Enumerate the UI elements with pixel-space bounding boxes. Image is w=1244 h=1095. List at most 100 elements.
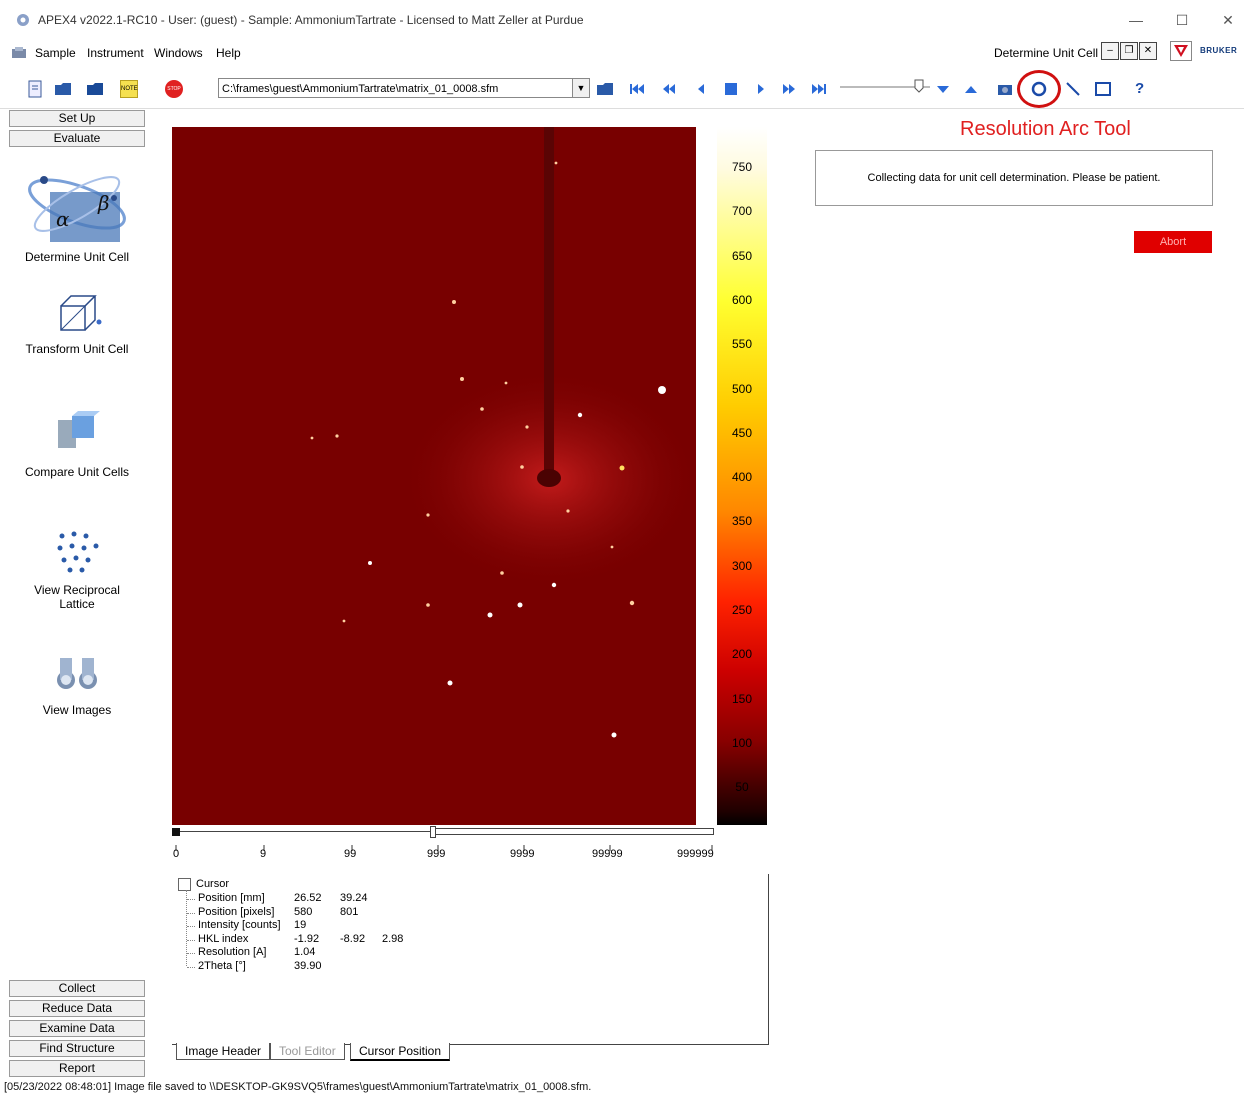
step-forward-icon[interactable] <box>752 80 770 98</box>
chevron-up-icon[interactable] <box>962 80 980 98</box>
status-bar: [05/23/2022 08:48:01] Image file saved t… <box>4 1081 592 1093</box>
display-range-slider[interactable]: 0 9 99 999 9999 99999 999999 <box>172 826 716 876</box>
range-track-upper <box>434 828 714 835</box>
reciprocal-lattice-icon <box>52 528 102 573</box>
cursor-info-v2: 801 <box>340 905 359 918</box>
app-icon <box>14 12 32 28</box>
menu-help[interactable]: Help <box>216 46 241 60</box>
menu-sample[interactable]: Sample <box>35 46 76 60</box>
mdi-restore-button[interactable]: ❐ <box>1120 42 1138 60</box>
help-cursor-icon[interactable]: ? <box>1135 80 1153 98</box>
tool-determine-unit-cell[interactable]: α β Determine Unit Cell <box>14 166 140 264</box>
slider-thumb[interactable] <box>914 79 924 93</box>
tab-image-header[interactable]: Image Header <box>176 1043 271 1060</box>
resolution-arc-icon[interactable] <box>1030 80 1048 98</box>
menu-windows[interactable]: Windows <box>154 46 203 60</box>
cursor-info-v1: -1.92 <box>294 932 320 945</box>
range-track <box>180 831 434 832</box>
cursor-info-panel: Cursor Position [mm] 26.52 39.24 Position [… <box>172 874 769 1045</box>
scale-tick-label: 999999 <box>677 848 714 860</box>
chevron-down-icon[interactable] <box>934 80 952 98</box>
frame-path-input[interactable]: C:\frames\guest\AmmoniumTartrate\matrix_… <box>218 78 590 98</box>
first-frame-icon[interactable] <box>628 80 646 98</box>
rectangle-tool-icon[interactable] <box>1094 80 1112 98</box>
status-message-box: Collecting data for unit cell determinat… <box>815 150 1213 206</box>
colorbar-label: 550 <box>731 337 753 352</box>
abort-button[interactable]: Abort <box>1134 231 1212 253</box>
last-frame-icon[interactable] <box>810 80 828 98</box>
fast-forward-icon[interactable] <box>780 80 798 98</box>
unit-cell-icon: α β <box>22 166 132 246</box>
scale-tick-label: 999 <box>427 848 446 860</box>
menu-instrument[interactable]: Instrument <box>87 46 144 60</box>
cursor-info-v1: 26.52 <box>294 892 322 904</box>
svg-text:α: α <box>56 207 70 231</box>
tool-transform-unit-cell[interactable]: Transform Unit Cell <box>14 290 140 356</box>
maximize-button[interactable]: ☐ <box>1168 8 1196 32</box>
path-dropdown-arrow[interactable]: ▼ <box>572 79 589 97</box>
colorbar-label: 200 <box>731 647 753 662</box>
window-title: APEX4 v2022.1-RC10 - User: (guest) - Sam… <box>38 13 584 27</box>
tab-cursor-position[interactable]: Cursor Position <box>350 1043 451 1061</box>
bruker-logo: BRUKER <box>1200 46 1238 55</box>
diffraction-pattern <box>172 127 696 825</box>
fast-back-icon[interactable] <box>660 80 678 98</box>
filter-icon[interactable] <box>1170 41 1192 61</box>
nav-reduce-data-button[interactable]: Reduce Data <box>9 1000 145 1017</box>
stop-playback-icon[interactable] <box>722 80 740 98</box>
open-folder-icon[interactable] <box>54 80 72 98</box>
diffraction-image[interactable] <box>172 127 696 825</box>
compare-cells-icon <box>52 410 102 455</box>
log-scale-ruler <box>172 840 716 851</box>
cursor-info-v1: 19 <box>294 919 307 932</box>
nav-examine-data-button[interactable]: Examine Data <box>9 1020 145 1037</box>
tool-compare-unit-cells[interactable]: Compare Unit Cells <box>14 410 140 479</box>
scale-tick-label: 0 <box>173 848 180 860</box>
cursor-info-label: 2Theta [°] <box>198 960 246 972</box>
open-folder-icon[interactable] <box>86 80 104 98</box>
nav-evaluate-button[interactable]: Evaluate <box>9 130 145 147</box>
note-icon[interactable]: NOTE <box>120 80 138 98</box>
tool-view-images[interactable]: View Images <box>14 648 140 717</box>
colorbar-label: 400 <box>731 470 753 485</box>
camera-icon[interactable] <box>996 80 1014 98</box>
stop-icon[interactable]: STOP <box>165 80 183 98</box>
cursor-header: Cursor <box>196 878 230 890</box>
line-tool-icon[interactable] <box>1064 80 1082 98</box>
tool-view-reciprocal-lattice[interactable]: View Reciprocal Lattice <box>14 528 140 611</box>
nav-find-structure-button[interactable]: Find Structure <box>9 1040 145 1057</box>
colorbar-label: 650 <box>731 248 753 263</box>
colorbar-label: 500 <box>731 381 753 396</box>
nav-setup-button[interactable]: Set Up <box>9 110 145 127</box>
cursor-info-label: Resolution [A] <box>198 946 267 959</box>
transform-cell-icon <box>47 290 107 340</box>
menu-bar: Sample Instrument Windows Help Determine… <box>0 40 1244 66</box>
colorbar-label: 350 <box>731 514 753 529</box>
range-max-handle[interactable] <box>430 826 436 838</box>
colorbar-label: 250 <box>731 603 753 617</box>
tree-branch <box>187 912 195 915</box>
tool-title: Resolution Arc Tool <box>960 118 1131 140</box>
cursor-info-label: Position [mm] <box>198 892 265 904</box>
cursor-checkbox[interactable] <box>178 878 191 891</box>
tab-tool-editor[interactable]: Tool Editor <box>270 1043 345 1060</box>
step-back-icon[interactable] <box>692 80 710 98</box>
tool-label: Transform Unit Cell <box>25 342 129 356</box>
scale-tick-label: 99 <box>344 848 357 860</box>
browse-folder-icon[interactable] <box>596 80 614 98</box>
colorbar-label: 750 <box>731 160 753 174</box>
new-document-icon[interactable] <box>26 80 44 98</box>
colorbar-label: 600 <box>731 292 753 307</box>
tree-branch <box>187 939 195 942</box>
range-min-handle[interactable] <box>172 828 180 836</box>
colorbar-label: 150 <box>731 691 753 706</box>
tree-branch <box>187 953 195 955</box>
close-button[interactable]: ✕ <box>1214 8 1242 32</box>
cursor-info-v3: 2.98 <box>382 932 404 945</box>
mdi-minimize-button[interactable]: – <box>1101 42 1119 60</box>
mdi-close-button[interactable]: ✕ <box>1139 42 1157 60</box>
nav-report-button[interactable]: Report <box>9 1060 145 1077</box>
nav-collect-button[interactable]: Collect <box>9 980 145 997</box>
minimize-button[interactable]: — <box>1122 8 1150 32</box>
colorbar-label: 300 <box>731 558 753 573</box>
